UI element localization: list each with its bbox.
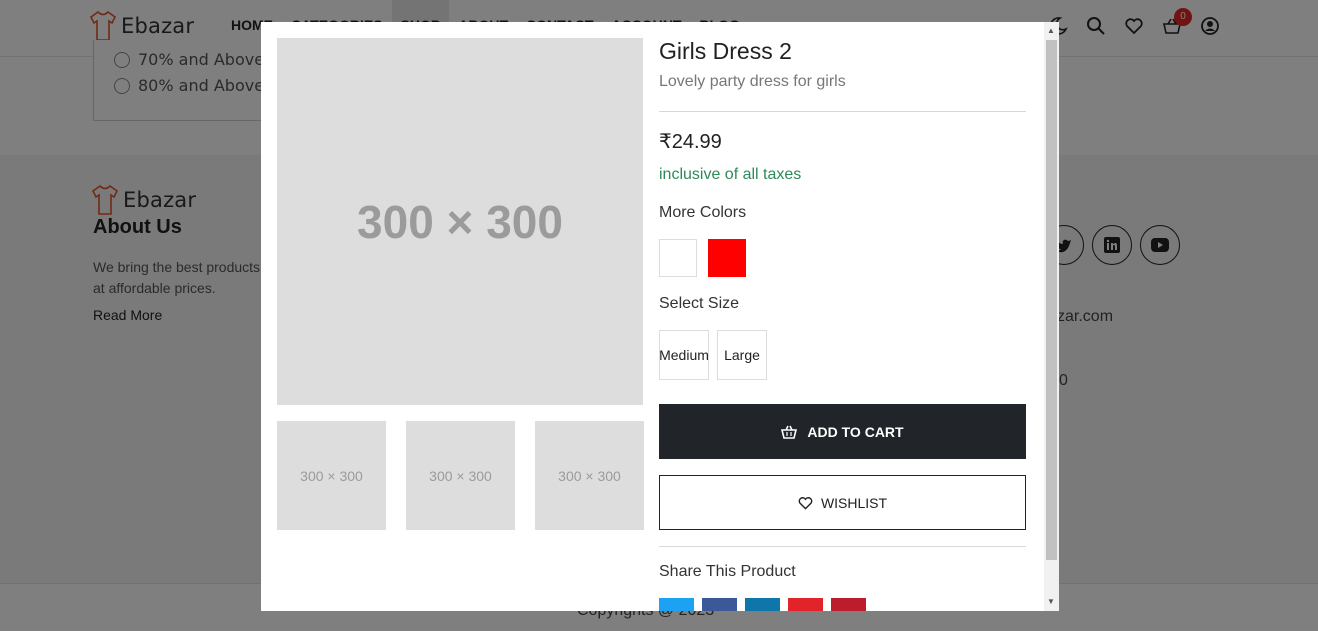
product-main-image[interactable]: 300 × 300 — [277, 38, 643, 405]
color-swatch-white[interactable] — [659, 239, 697, 277]
basket-icon — [781, 425, 798, 439]
wishlist-button[interactable]: WISHLIST — [659, 475, 1026, 530]
wishlist-label: WISHLIST — [820, 494, 888, 511]
add-to-cart-button[interactable]: ADD TO CART — [659, 404, 1026, 459]
product-thumbnail[interactable]: 300 × 300 — [406, 421, 515, 530]
share-pinterest-button[interactable] — [831, 598, 866, 611]
heart-icon — [798, 496, 813, 510]
product-thumbnail[interactable]: 300 × 300 — [535, 421, 644, 530]
divider — [659, 111, 1026, 112]
thumbnail-label: 300 × 300 — [429, 467, 492, 484]
product-price: ₹24.99 — [659, 131, 722, 153]
image-placeholder-label: 300 × 300 — [357, 195, 563, 248]
share-twitter-button[interactable] — [659, 598, 694, 611]
size-medium-button[interactable]: Medium — [659, 330, 709, 380]
color-swatch-red[interactable] — [708, 239, 746, 277]
scroll-up-icon[interactable]: ▲ — [1047, 26, 1055, 35]
divider — [659, 546, 1026, 547]
share-facebook-button[interactable] — [702, 598, 737, 611]
quick-view-modal: 300 × 300 300 × 300 300 × 300 300 × 300 … — [261, 22, 1059, 611]
modal-scrollbar[interactable]: ▲ ▼ — [1044, 22, 1059, 611]
share-linkedin-button[interactable] — [745, 598, 780, 611]
thumbnail-label: 300 × 300 — [558, 467, 621, 484]
more-colors-label: More Colors — [659, 204, 747, 221]
tax-note: inclusive of all taxes — [659, 166, 802, 183]
share-email-button[interactable] — [788, 598, 823, 611]
share-label: Share This Product — [659, 563, 796, 580]
thumbnail-label: 300 × 300 — [300, 467, 363, 484]
product-thumbnail[interactable]: 300 × 300 — [277, 421, 386, 530]
select-size-label: Select Size — [659, 295, 740, 312]
scroll-down-icon[interactable]: ▼ — [1047, 597, 1055, 606]
product-title: Girls Dress 2 — [659, 38, 792, 64]
product-subtitle: Lovely party dress for girls — [659, 73, 846, 90]
add-to-cart-label: ADD TO CART — [807, 423, 904, 440]
scroll-thumb[interactable] — [1046, 40, 1057, 560]
size-large-button[interactable]: Large — [717, 330, 767, 380]
